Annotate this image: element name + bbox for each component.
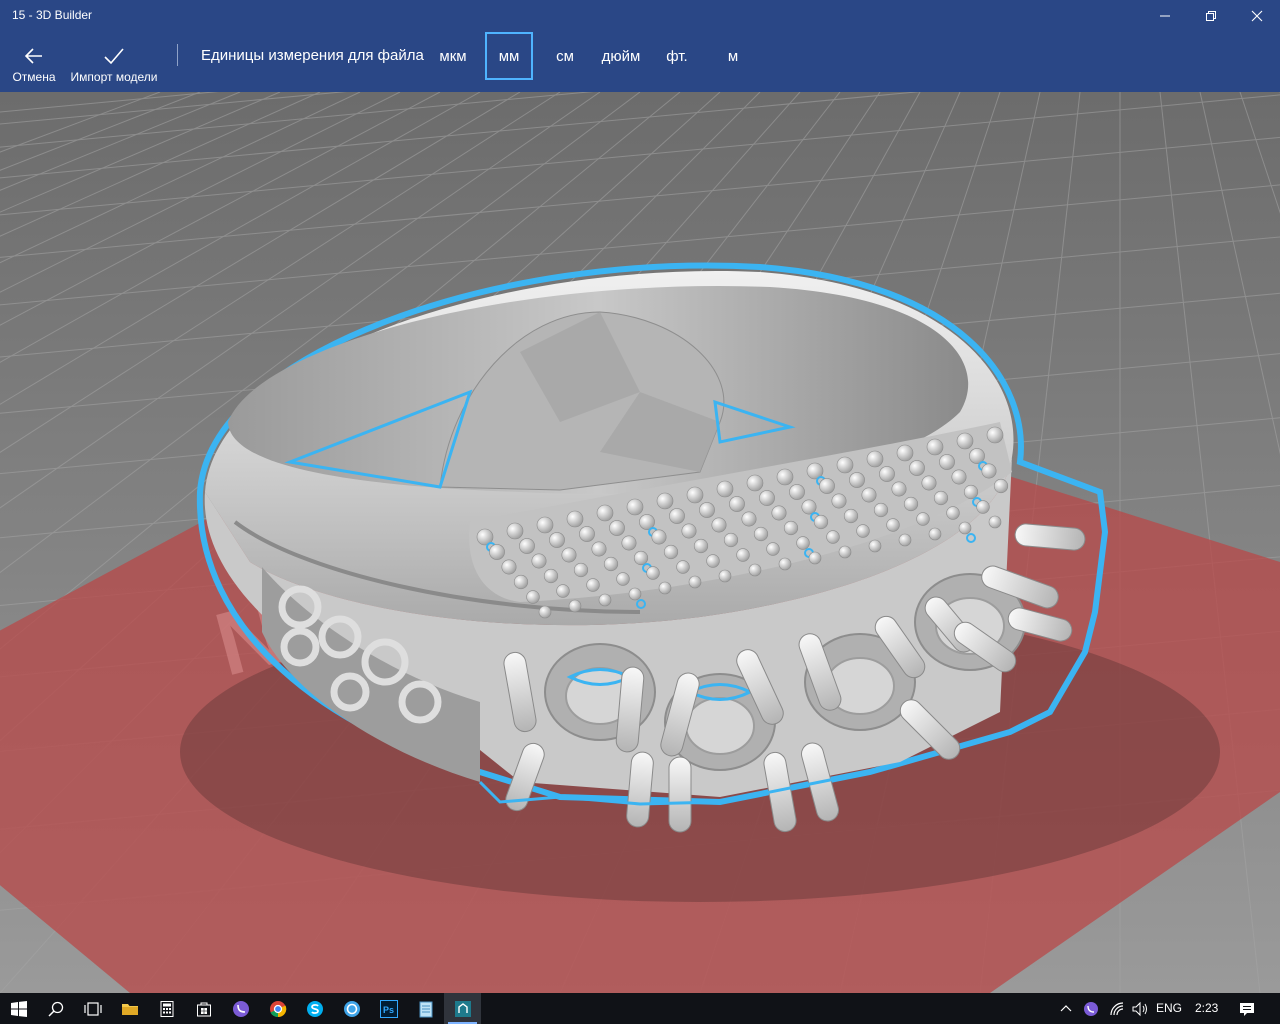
viber-button[interactable] [222, 993, 259, 1024]
viber-tray-button[interactable] [1078, 993, 1104, 1024]
import-model-button[interactable]: Импорт модели [66, 32, 162, 92]
chrome-icon [269, 1000, 286, 1017]
restore-icon [1206, 11, 1216, 21]
network-tray-button[interactable] [1104, 993, 1130, 1024]
volume-tray-button[interactable] [1128, 993, 1154, 1024]
checkmark-icon [104, 48, 124, 65]
action-center-button[interactable] [1230, 993, 1264, 1024]
close-button[interactable] [1234, 0, 1280, 32]
windows-start-icon [10, 1000, 27, 1017]
unit-option-um[interactable]: мкм [432, 32, 474, 80]
viber-icon [232, 1000, 249, 1017]
3d-viewport[interactable]: WIN [0, 92, 1280, 993]
cancel-label: Отмена [12, 70, 56, 84]
windows-start-button[interactable] [0, 993, 37, 1024]
clock[interactable]: 2:23 [1195, 1001, 1218, 1015]
skype-button[interactable] [296, 993, 333, 1024]
search-button[interactable] [37, 993, 74, 1024]
units-label: Единицы измерения для файла [201, 47, 424, 64]
svg-text:Ps: Ps [383, 1005, 394, 1015]
viber-tray-icon [1084, 1001, 1098, 1016]
speaker-icon [1132, 1001, 1147, 1016]
close-icon [1251, 10, 1263, 22]
language-indicator[interactable]: ENG [1156, 1001, 1182, 1015]
search-icon [47, 1001, 63, 1017]
unit-option-ft[interactable]: фт. [660, 32, 694, 80]
chevron-up-icon [1060, 1004, 1072, 1011]
unit-option-cm[interactable]: см [548, 32, 582, 80]
unit-option-m[interactable]: м [720, 32, 746, 80]
file-explorer-icon [121, 1003, 138, 1015]
camera-app-button[interactable] [333, 993, 370, 1024]
store-icon [196, 1002, 211, 1016]
minimize-icon [1160, 15, 1170, 17]
wifi-icon [1110, 1001, 1124, 1015]
notepad-button[interactable] [407, 993, 444, 1024]
task-view-button[interactable] [74, 993, 111, 1024]
unit-option-mm[interactable]: мм [485, 32, 533, 80]
store-button[interactable] [185, 993, 222, 1024]
window-title: 15 - 3D Builder [12, 8, 93, 22]
back-arrow-icon [24, 48, 42, 64]
photoshop-button[interactable]: Ps [370, 993, 407, 1024]
minimize-button[interactable] [1142, 0, 1188, 32]
photoshop-icon: Ps [379, 999, 398, 1018]
taskbar: Ps ENG 2:23 [0, 993, 1280, 1024]
3d-builder-icon [454, 1000, 471, 1017]
task-view-icon [83, 1001, 102, 1016]
unit-option-inch[interactable]: дюйм [596, 32, 646, 80]
title-bar: 15 - 3D Builder [0, 0, 1280, 32]
camera-app-icon [343, 1000, 360, 1017]
calculator-button[interactable] [148, 993, 185, 1024]
notification-icon [1240, 1002, 1254, 1016]
skype-icon [306, 1000, 323, 1017]
chrome-button[interactable] [259, 993, 296, 1024]
app-window: 15 - 3D Builder Отмена Импорт модели Еди… [0, 0, 1280, 1024]
restore-button[interactable] [1188, 0, 1234, 32]
file-explorer-button[interactable] [111, 993, 148, 1024]
scene-canvas: WIN [0, 92, 1280, 993]
import-model-label: Импорт модели [70, 70, 158, 84]
3d-builder-button[interactable] [444, 993, 481, 1024]
calculator-icon [160, 1000, 173, 1017]
show-hidden-icons-button[interactable] [1052, 993, 1080, 1024]
toolbar-divider [177, 44, 178, 66]
cancel-button[interactable]: Отмена [8, 32, 60, 92]
toolbar: Отмена Импорт модели Единицы измерения д… [0, 32, 1280, 92]
notepad-icon [419, 1001, 432, 1017]
